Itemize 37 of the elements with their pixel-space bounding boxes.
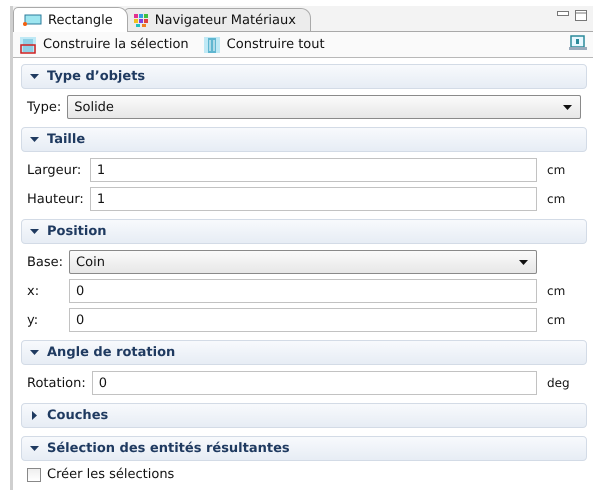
minimize-icon[interactable] [557, 10, 569, 18]
section-header[interactable]: Type d’objets [21, 64, 587, 89]
input-field[interactable]: 0 [92, 371, 537, 395]
input-field[interactable]: 1 [90, 187, 537, 211]
checkbox[interactable] [27, 468, 41, 482]
unit-label: cm [546, 284, 566, 298]
checkbox-label: Créer les sélections [47, 467, 174, 482]
section-header[interactable]: Angle de rotation [21, 340, 587, 365]
field-label: Rotation: [27, 376, 86, 390]
tab[interactable]: Navigateur Matériaux [124, 8, 311, 31]
dropdown[interactable]: Coin [69, 250, 537, 274]
unit-label: cm [546, 163, 566, 177]
tab[interactable]: Rectangle [13, 7, 128, 32]
dropdown[interactable]: Solide [67, 95, 581, 119]
dropdown-arrow-icon [563, 104, 572, 110]
toolbar-button[interactable]: Construire la sélection [19, 36, 189, 54]
field-label: Hauteur: [27, 192, 84, 206]
maximize-icon[interactable] [575, 10, 587, 21]
toolbar-button[interactable]: Construire tout [202, 36, 325, 54]
section-header[interactable]: Sélection des entités résultantes [21, 436, 587, 461]
dropdown-arrow-icon [519, 260, 528, 264]
field-label: y: [27, 312, 40, 328]
field-label: Base: [27, 254, 64, 270]
input-field[interactable]: 1 [90, 158, 537, 182]
field-label: Type: [27, 100, 62, 114]
unit-label: cm [546, 313, 566, 327]
section-header[interactable]: Couches [21, 403, 587, 428]
section-header[interactable]: Taille [21, 127, 587, 152]
field-label: Largeur: [27, 162, 82, 178]
unit-label: deg [546, 376, 571, 390]
field-label: x: [27, 284, 40, 298]
unit-label: cm [546, 192, 566, 206]
grid-icon [132, 13, 149, 27]
section-header[interactable]: Position [21, 219, 587, 244]
input-field[interactable]: 0 [69, 279, 537, 303]
input-field[interactable]: 0 [69, 308, 537, 332]
rectangle-icon [22, 14, 42, 26]
